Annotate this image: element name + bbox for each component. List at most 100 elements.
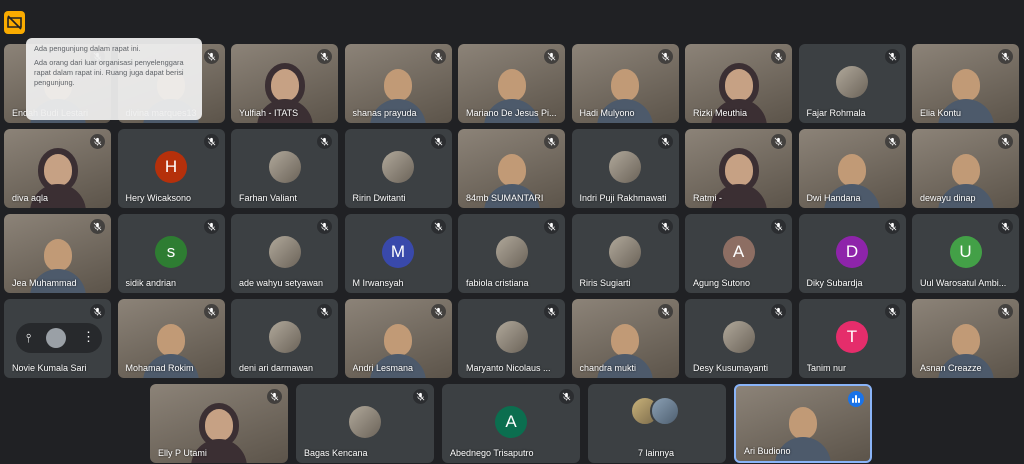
participant-avatar: s xyxy=(155,236,187,268)
participant-avatar xyxy=(722,321,755,353)
participant-tile[interactable]: ade wahyu setyawan xyxy=(231,214,338,293)
participant-name: Ari Budiono xyxy=(744,446,791,456)
participant-tile[interactable]: Yulfiah - ITATS xyxy=(231,44,338,123)
participant-tile[interactable]: 7 lainnya xyxy=(588,384,726,463)
participant-tile[interactable]: Ratmi - xyxy=(685,129,792,208)
mic-off-icon xyxy=(317,219,332,234)
participant-tile[interactable]: A Abednego Trisaputro xyxy=(442,384,580,463)
mic-off-icon xyxy=(998,304,1013,319)
mic-off-icon xyxy=(430,49,446,64)
participant-avatar xyxy=(382,151,414,183)
mic-off-icon xyxy=(90,304,105,319)
participant-avatar xyxy=(268,151,301,183)
participant-tile[interactable]: A Agung Sutono xyxy=(685,214,792,293)
participant-name: Farhan Valiant xyxy=(239,193,297,203)
participant-name: shanas prayuda xyxy=(352,108,417,118)
participant-tile[interactable]: shanas prayuda xyxy=(344,44,452,123)
mic-off-icon xyxy=(884,134,900,149)
mic-off-icon xyxy=(317,304,332,319)
participant-name: Yulfiah - ITATS xyxy=(239,108,299,118)
participant-tile[interactable]: Mohamad Rokim xyxy=(117,299,225,378)
more-options-icon[interactable]: ⋮ xyxy=(82,329,95,345)
participant-tile[interactable]: Farhan Valiant xyxy=(231,129,338,208)
participant-name: Desy Kusumayanti xyxy=(693,363,769,373)
mic-off-icon xyxy=(998,134,1013,149)
participant-tile[interactable]: Fajar Rohmala xyxy=(798,44,906,123)
participant-tile[interactable]: Maryanto Nicolaus ... xyxy=(458,299,565,378)
mic-off-icon xyxy=(430,304,446,319)
participant-avatar: A xyxy=(722,236,755,268)
participant-name: Ririn Dwitanti xyxy=(352,193,406,203)
pin-icon[interactable]: ⫯ xyxy=(26,331,31,346)
mic-off-icon xyxy=(998,219,1013,234)
participant-tile[interactable]: diva aqla xyxy=(4,129,111,208)
participant-avatar xyxy=(495,321,528,353)
participant-tile[interactable]: Asnan Creazze xyxy=(912,299,1019,378)
participant-avatar xyxy=(349,406,381,438)
participant-name: Riris Sugiarti xyxy=(579,278,631,288)
participant-tile[interactable]: Hadi Mulyono xyxy=(571,44,679,123)
participant-tile[interactable]: chandra mukti xyxy=(571,299,679,378)
mic-off-icon xyxy=(771,304,786,319)
participant-tile[interactable]: Rizki Meuthia xyxy=(685,44,792,123)
participant-tile[interactable]: Desy Kusumayanti xyxy=(685,299,792,378)
mic-off-icon xyxy=(430,134,446,149)
participant-tile[interactable]: Mariano De Jesus Pi... xyxy=(458,44,565,123)
participant-tile[interactable]: Bagas Kencana xyxy=(296,384,434,463)
participant-tile[interactable]: U Uul Warosatul Ambi... xyxy=(912,214,1019,293)
participant-tile[interactable]: Jea Muhammad xyxy=(4,214,111,293)
mic-off-icon xyxy=(544,134,559,149)
participant-name: Tanim nur xyxy=(806,363,847,373)
mic-off-icon xyxy=(884,304,900,319)
participant-tile[interactable]: fabiola cristiana xyxy=(458,214,565,293)
participant-tile[interactable]: Ari Budiono xyxy=(734,384,872,463)
participant-tile[interactable]: s sidik andrian xyxy=(117,214,225,293)
participant-name: Bagas Kencana xyxy=(304,448,368,458)
participant-tile[interactable]: Dwi Handana xyxy=(798,129,906,208)
participant-name: chandra mukti xyxy=(579,363,637,373)
participant-tile[interactable]: T Tanim nur xyxy=(798,299,906,378)
visitor-warning-icon[interactable] xyxy=(4,11,25,34)
mic-off-icon xyxy=(657,49,673,64)
participant-tile[interactable]: D Diky Subardja xyxy=(798,214,906,293)
participant-tile[interactable]: ⫯ ⋮ Novie Kumala Sari xyxy=(4,299,111,378)
participant-name: Dwi Handana xyxy=(806,193,861,203)
participant-avatar: U xyxy=(949,236,982,268)
participant-tile[interactable]: Andri Lesmana xyxy=(344,299,452,378)
participant-tile[interactable]: 84mb SUMANTARI xyxy=(458,129,565,208)
mic-off-icon xyxy=(203,219,219,234)
participant-name: Ratmi - xyxy=(693,193,722,203)
participant-name: Rizki Meuthia xyxy=(693,108,748,118)
participant-name: Maryanto Nicolaus ... xyxy=(466,363,551,373)
participant-name: Agung Sutono xyxy=(693,278,751,288)
participant-avatar: D xyxy=(836,236,868,268)
participant-tile[interactable]: Indri Puji Rakhmawati xyxy=(571,129,679,208)
participant-avatar xyxy=(650,396,680,426)
participant-tile[interactable]: Riris Sugiarti xyxy=(571,214,679,293)
mic-off-icon xyxy=(998,49,1013,64)
participant-tile[interactable]: Elia Kontu xyxy=(912,44,1019,123)
participant-tile[interactable]: M M Irwansyah xyxy=(344,214,452,293)
participant-tile[interactable]: Ririn Dwitanti xyxy=(344,129,452,208)
participant-name: dewayu dinap xyxy=(920,193,976,203)
participant-avatar xyxy=(495,236,528,268)
mic-off-icon xyxy=(90,134,105,149)
participant-name: 84mb SUMANTARI xyxy=(466,193,544,203)
participant-name: Hery Wicaksono xyxy=(125,193,192,203)
participant-name: Andri Lesmana xyxy=(352,363,414,373)
mic-off-icon xyxy=(203,134,219,149)
participant-avatar: M xyxy=(382,236,414,268)
participant-name: Hadi Mulyono xyxy=(579,108,635,118)
participant-tile[interactable]: Elly P Utami xyxy=(150,384,288,463)
mic-off-icon xyxy=(317,49,332,64)
speaking-indicator-icon xyxy=(848,391,864,407)
mic-off-icon xyxy=(544,49,559,64)
mic-off-icon xyxy=(657,304,673,319)
participant-tile[interactable]: dewayu dinap xyxy=(912,129,1019,208)
participant-name: Abednego Trisaputro xyxy=(450,448,534,458)
participant-tile[interactable]: deni ari darmawan xyxy=(231,299,338,378)
participant-name: Uul Warosatul Ambi... xyxy=(920,278,1007,288)
participant-avatar xyxy=(268,236,301,268)
participant-tile[interactable]: H Hery Wicaksono xyxy=(117,129,225,208)
tile-hover-controls[interactable]: ⫯ ⋮ xyxy=(16,323,102,353)
